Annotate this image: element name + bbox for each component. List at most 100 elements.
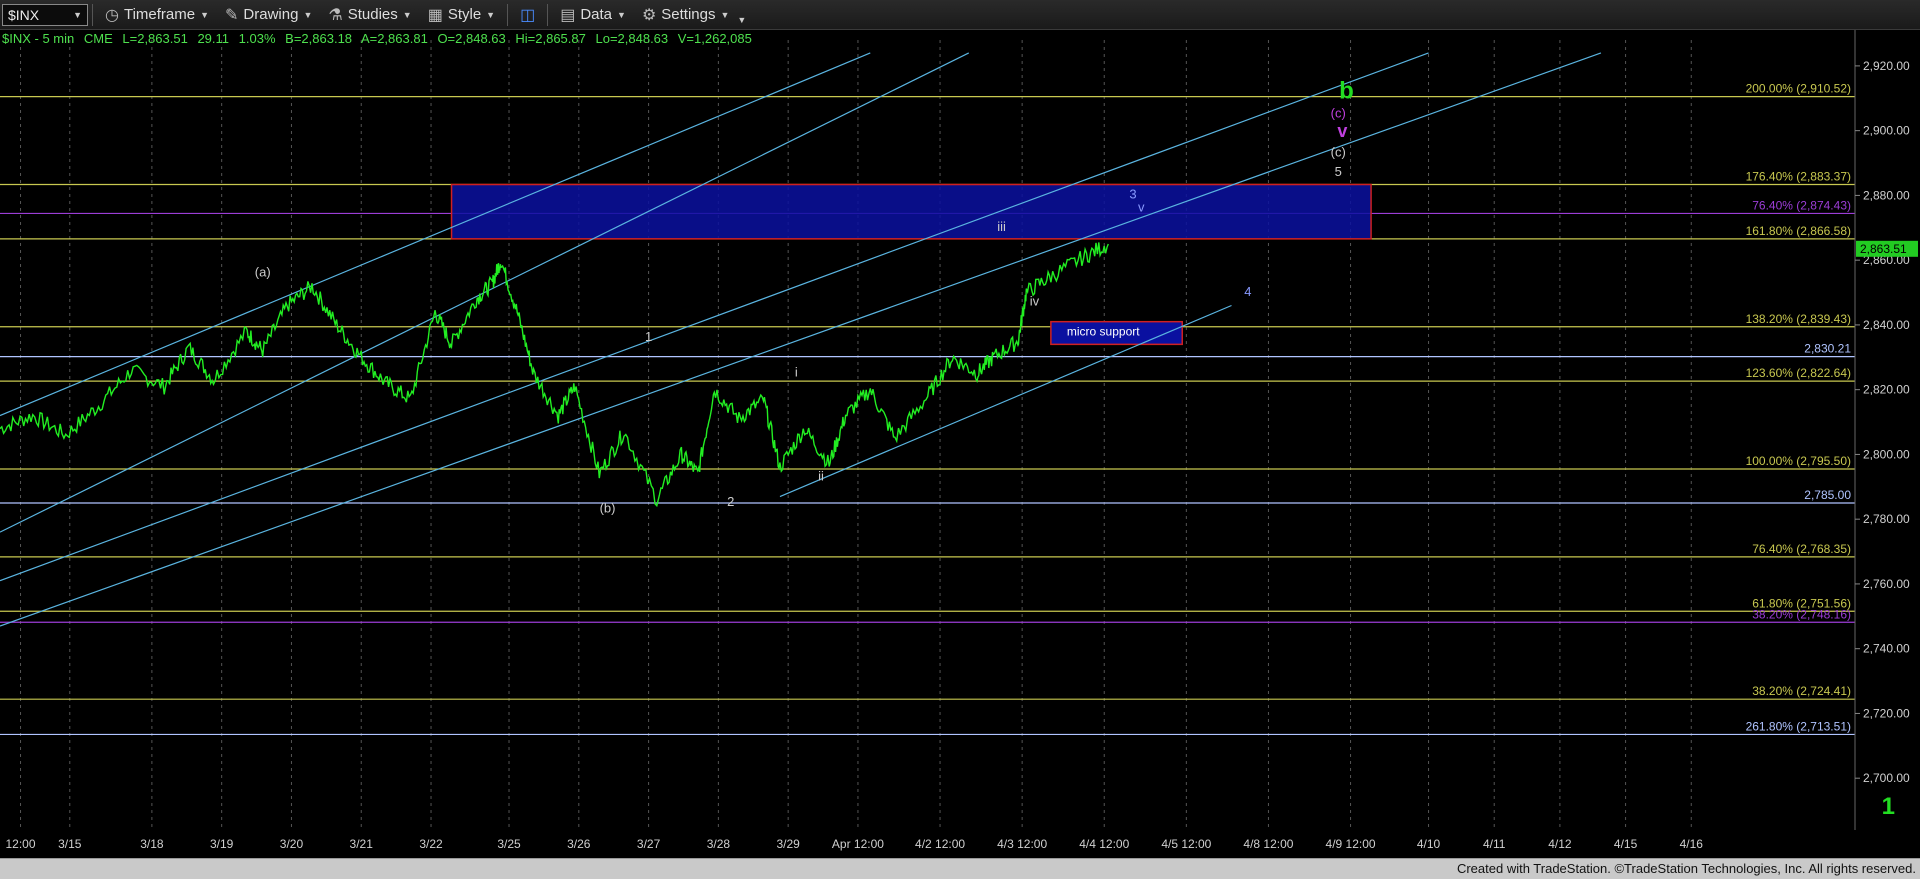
fib-level-label: 138.20% (2,839.43) [1746, 312, 1851, 326]
toolbar-divider [547, 3, 549, 26]
settings-button[interactable]: ⚙ Settings ▼ [634, 0, 737, 29]
fib-level-label: 123.60% (2,822.64) [1746, 366, 1851, 380]
quote-name: $INX - 5 min [2, 31, 75, 46]
x-tick-label: 3/21 [350, 837, 374, 851]
wave-label: 4 [1244, 284, 1251, 299]
x-tick-label: 3/28 [707, 837, 731, 851]
price-chart[interactable]: 200.00% (2,910.52) 176.40% (2,883.37) 76.4… [0, 0, 1920, 878]
quote-volume: V=1,262,085 [677, 31, 752, 46]
y-tick-label: 2,840.00 [1863, 318, 1910, 332]
chevron-down-icon: ▼ [617, 9, 626, 20]
timeframe-label: Timeframe [123, 6, 196, 23]
resistance-zone[interactable] [450, 183, 1372, 240]
wave-label: b [1339, 77, 1354, 104]
data-label: Data [580, 6, 613, 23]
quote-open: O=2,848.63 [437, 31, 506, 46]
fib-level-label: 38.20% (2,724.41) [1752, 684, 1851, 698]
x-tick-label: 4/10 [1417, 837, 1441, 851]
chevron-down-icon: ▼ [486, 9, 496, 20]
layout-button[interactable]: ◫ [512, 0, 543, 29]
symbol-text: $INX [8, 6, 40, 23]
toolbar-overflow-icon[interactable]: ▼ [737, 15, 746, 25]
wave-label: (c) [1331, 106, 1346, 121]
y-tick-label: 2,820.00 [1863, 383, 1910, 397]
quote-bid: B=2,863.18 [285, 31, 353, 46]
wave-label: 2 [727, 494, 734, 509]
y-tick-label: 2,720.00 [1863, 706, 1910, 720]
wave-label: v [1138, 200, 1145, 215]
studies-button[interactable]: ⚗ Studies ▼ [320, 0, 419, 29]
toolbar-divider [507, 3, 509, 26]
trend-channel-line[interactable] [0, 52, 1429, 582]
x-tick-label: 3/20 [280, 837, 304, 851]
x-tick-label: 3/15 [58, 837, 82, 851]
y-tick-label: 2,700.00 [1863, 771, 1910, 785]
fib-level-label: 176.40% (2,883.37) [1746, 169, 1851, 183]
x-tick-label: Apr 12:00 [832, 837, 884, 851]
fib-level-label: 2,830.21 [1804, 342, 1851, 356]
gear-icon: ⚙ [641, 6, 657, 24]
style-button[interactable]: ▦ Style ▼ [420, 0, 503, 29]
chevron-down-icon: ▼ [303, 9, 313, 20]
fib-level-label: 2,785.00 [1804, 488, 1851, 502]
footer: Created with TradeStation. ©TradeStation… [0, 858, 1920, 879]
price-series-line [0, 242, 1109, 508]
quote-line: $INX - 5 min CME L=2,863.51 29.11 1.03% … [2, 31, 758, 46]
pencil-icon: ✎ [225, 6, 239, 24]
toolbar-divider [92, 3, 93, 26]
wave-label: 3 [1129, 187, 1136, 202]
micro-support-label: micro support [1067, 325, 1140, 339]
x-tick-label: 4/3 12:00 [997, 837, 1047, 851]
settings-label: Settings [661, 6, 716, 23]
y-tick-label: 2,800.00 [1863, 447, 1910, 461]
style-icon: ▦ [427, 6, 443, 24]
wave-label: (c) [1331, 145, 1346, 160]
quote-change: 29.11 [197, 31, 230, 46]
drawing-button[interactable]: ✎ Drawing ▼ [217, 0, 320, 29]
x-tick-label: 3/25 [497, 837, 521, 851]
x-tick-label: 3/29 [776, 837, 800, 851]
wave-label: i [795, 365, 798, 380]
clock-icon: ◷ [105, 6, 119, 24]
timeframe-button[interactable]: ◷ Timeframe ▼ [97, 0, 217, 29]
quote-pct: 1.03% [238, 31, 276, 46]
fib-level-label: 76.40% (2,874.43) [1752, 198, 1851, 212]
bar-chart-icon: ▤ [560, 6, 576, 24]
x-tick-label: 4/5 12:00 [1161, 837, 1211, 851]
trend-channel-line[interactable] [779, 304, 1232, 498]
x-tick-label: 3/18 [140, 837, 164, 851]
x-tick-label: 12:00 [6, 837, 36, 851]
x-tick-label: 4/2 12:00 [915, 837, 965, 851]
quote-ask: A=2,863.81 [360, 31, 428, 46]
wave-label: 1 [1882, 793, 1895, 820]
y-tick-label: 2,880.00 [1863, 188, 1910, 202]
x-tick-label: 4/11 [1483, 837, 1506, 851]
symbol-selector[interactable]: $INX ▼ [2, 3, 88, 26]
quote-low: Lo=2,848.63 [595, 31, 669, 46]
x-tick-label: 3/26 [567, 837, 591, 851]
fib-level-label: 100.00% (2,795.50) [1746, 454, 1851, 468]
x-tick-label: 3/19 [210, 837, 234, 851]
wave-label: ii [818, 468, 824, 483]
y-tick-label: 2,760.00 [1863, 577, 1910, 591]
style-label: Style [447, 6, 482, 23]
quote-high: Hi=2,865.87 [515, 31, 586, 46]
x-tick-label: 4/12 [1548, 837, 1572, 851]
x-tick-label: 4/16 [1680, 837, 1704, 851]
x-tick-label: 3/22 [419, 837, 443, 851]
fib-level-label: 200.00% (2,910.52) [1746, 82, 1851, 96]
chevron-down-icon: ▼ [402, 9, 412, 20]
quote-last: L=2,863.51 [122, 31, 188, 46]
y-tick-label: 2,740.00 [1863, 642, 1910, 656]
quote-exchange: CME [83, 31, 113, 46]
x-tick-label: 4/4 12:00 [1079, 837, 1129, 851]
trend-channel-line[interactable] [0, 52, 970, 533]
wave-label: iv [1030, 293, 1040, 308]
drawing-label: Drawing [243, 6, 299, 23]
chevron-down-icon: ▼ [720, 9, 730, 20]
y-tick-label: 2,900.00 [1863, 124, 1910, 138]
y-tick-label: 2,780.00 [1863, 512, 1910, 526]
x-tick-label: 3/27 [637, 837, 661, 851]
fib-level-label: 261.80% (2,713.51) [1746, 719, 1851, 733]
data-button[interactable]: ▤ Data ▼ [552, 0, 634, 29]
